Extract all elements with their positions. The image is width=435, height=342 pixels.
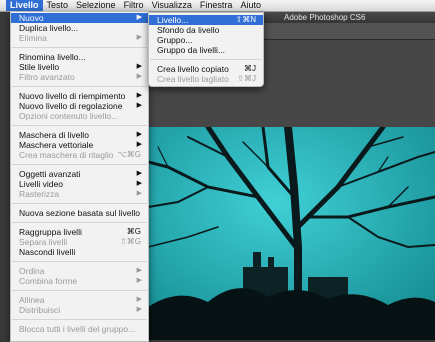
chevron-right-icon: ▶ [136,296,142,303]
menu-item-ordina: Ordina ▶ [19,266,142,276]
menu-item-separa-livelli: Separa livelli ⇧⌘G [19,237,141,247]
chevron-right-icon: ▶ [136,306,142,313]
chevron-right-icon: ▶ [136,102,142,109]
chevron-right-icon: ▶ [136,190,142,197]
menu-aiuto[interactable]: Aiuto [236,0,265,11]
shortcut-label: ⌘J [244,64,256,73]
chevron-right-icon: ▶ [136,131,142,138]
menu-item-distribuisci: Distribuisci ▶ [19,305,142,315]
menu-item-livello-riempimento[interactable]: Nuovo livello di riempimento ▶ [11,91,148,101]
menu-item-nuovo[interactable]: Nuovo ▶ [11,13,148,23]
menu-item-combina-forme: Combina forme ▶ [19,276,142,286]
menu-testo[interactable]: Testo [43,0,73,11]
chevron-right-icon: ▶ [136,180,142,187]
menu-separator [12,319,147,320]
submenu-item-crea-livello-copiato[interactable]: Crea livello copiato ⌘J [149,64,263,74]
menu-selezione[interactable]: Selezione [72,0,120,11]
menu-finestra[interactable]: Finestra [196,0,237,11]
menu-item-elimina: Elimina ▶ [19,33,142,43]
chevron-right-icon: ▶ [136,14,142,21]
menu-item-nascondi-livelli[interactable]: Nascondi livelli [11,247,148,257]
chevron-right-icon: ▶ [136,73,142,80]
menu-item-nuova-sezione[interactable]: Nuova sezione basata sul livello [11,208,148,218]
shortcut-label: ⇧⌘G [120,237,141,246]
menu-item-rasterizza: Rasterizza ▶ [19,189,142,199]
menu-separator [12,125,147,126]
shortcut-label: ⌥⌘G [117,150,141,159]
tree-silhouette-image [148,127,435,340]
menu-item-duplica-livello[interactable]: Duplica livello... [11,23,148,33]
menu-separator [12,203,147,204]
canvas-photo[interactable] [148,127,435,340]
menu-item-maschera-ritaglio: Crea maschera di ritaglio ⌥⌘G [19,150,141,160]
menu-separator [12,86,147,87]
submenu-item-livello[interactable]: Livello... ⇧⌘N [149,15,263,25]
menu-item-filtro-avanzato: Filtro avanzato ▶ [19,72,142,82]
menu-item-livelli-video[interactable]: Livelli video ▶ [11,179,148,189]
menu-visualizza[interactable]: Visualizza [148,0,196,11]
menu-item-raggruppa-livelli[interactable]: Raggruppa livelli ⌘G [11,227,148,237]
menu-item-opzioni-contenuto: Opzioni contenuto livello... [19,111,119,121]
shortcut-label: ⌘G [126,227,141,236]
chevron-right-icon: ▶ [136,34,142,41]
chevron-right-icon: ▶ [136,63,142,70]
menu-item-oggetti-avanzati[interactable]: Oggetti avanzati ▶ [11,169,148,179]
shortcut-label: ⇧⌘J [237,74,256,83]
menu-separator [150,59,262,60]
livello-menu: Nuovo ▶ Duplica livello... Elimina ▶ Rinom… [10,11,149,342]
shortcut-label: ⇧⌘N [235,15,256,24]
menu-separator [12,222,147,223]
submenu-item-crea-livello-tagliato: Crea livello tagliato ⇧⌘J [157,74,256,84]
chevron-right-icon: ▶ [136,267,142,274]
menu-separator [12,164,147,165]
submenu-item-gruppo[interactable]: Gruppo... [149,35,263,45]
chevron-right-icon: ▶ [136,92,142,99]
menu-item-rinomina-livello[interactable]: Rinomina livello... [11,52,148,62]
menu-separator [12,47,147,48]
nuovo-submenu: Livello... ⇧⌘N Sfondo da livello Gruppo..… [148,12,264,87]
submenu-item-sfondo-da-livello[interactable]: Sfondo da livello [149,25,263,35]
menu-item-blocca-livelli: Blocca tutti i livelli del gruppo... [19,324,136,334]
menu-item-maschera-livello[interactable]: Maschera di livello ▶ [11,130,148,140]
menu-separator [12,261,147,262]
menu-item-stile-livello[interactable]: Stile livello ▶ [11,62,148,72]
menu-item-livello-regolazione[interactable]: Nuovo livello di regolazione ▶ [11,101,148,111]
menu-livello[interactable]: Livello [6,0,43,11]
submenu-item-gruppo-da-livelli[interactable]: Gruppo da livelli... [149,45,263,55]
menu-item-allinea: Allinea ▶ [19,295,142,305]
chevron-right-icon: ▶ [136,170,142,177]
menu-separator [12,290,147,291]
chevron-right-icon: ▶ [136,141,142,148]
app-title: Adobe Photoshop CS6 [284,13,366,22]
menu-item-maschera-vettoriale[interactable]: Maschera vettoriale ▶ [11,140,148,150]
chevron-right-icon: ▶ [136,277,142,284]
menu-filtro[interactable]: Filtro [120,0,148,11]
